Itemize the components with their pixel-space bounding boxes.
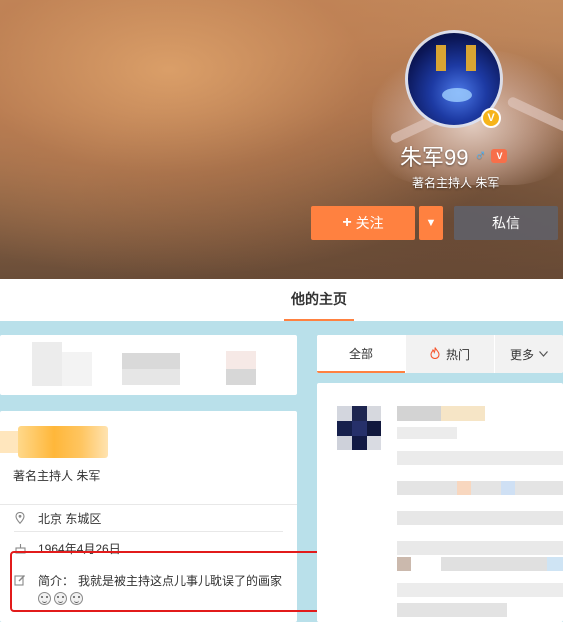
info-location: 北京 东城区 [14,509,101,527]
plus-icon: + [342,214,352,231]
blurred-text [397,481,563,495]
blurred-name [18,426,108,458]
blurred-text [397,541,563,555]
male-icon: ♂ [474,147,487,164]
blurred-text [441,406,485,421]
cover-banner: V 朱军99 ♂ V 著名主持人 朱军 + 关注 ▼ 私信 [0,0,563,279]
profile-nav: 他的主页 [0,279,563,321]
divider [0,504,297,505]
blurred-text [457,481,471,495]
blurred-text [397,511,563,525]
blurred-text [397,583,563,597]
highlight-annotation [10,551,346,612]
blurred-text [397,557,411,571]
verified-badge-icon: V [481,108,501,128]
divider [14,531,283,532]
message-button[interactable]: 私信 [454,206,558,240]
name-row: 朱军99 ♂ V [400,140,508,172]
location-pin-icon [14,512,26,524]
user-name[interactable]: 朱军99 [400,140,468,172]
blurred-text [397,427,457,439]
blurred-text [441,557,563,571]
feed-tabs: 全部 热门 更多 [317,335,563,373]
info-description: 著名主持人 朱军 [13,469,101,483]
chevron-down-icon [539,349,548,360]
stats-card [0,335,297,395]
follow-label: 关注 [355,215,384,231]
blurred-name [0,431,18,453]
blurred-text [397,406,441,421]
blurred-text [501,481,515,495]
blurred-avatar [337,406,381,450]
blurred-text [397,603,507,617]
tab-more[interactable]: 更多 [495,335,563,373]
blurred-text [397,451,563,465]
location-text: 北京 东城区 [38,511,102,526]
blurred-text [547,557,563,571]
tab-home[interactable]: 他的主页 [284,279,354,321]
tab-hot-label: 热门 [445,347,470,362]
vip-member-icon[interactable]: V [491,149,508,163]
tab-hot[interactable]: 热门 [406,335,494,373]
tab-all[interactable]: 全部 [317,335,405,373]
chevron-down-icon[interactable]: ▼ [419,206,443,240]
verify-description: 著名主持人 朱军 [412,176,500,190]
feed-card [317,383,563,622]
tab-more-label: 更多 [509,347,534,362]
follow-button[interactable]: + 关注 [311,206,415,240]
fire-icon [430,346,440,362]
